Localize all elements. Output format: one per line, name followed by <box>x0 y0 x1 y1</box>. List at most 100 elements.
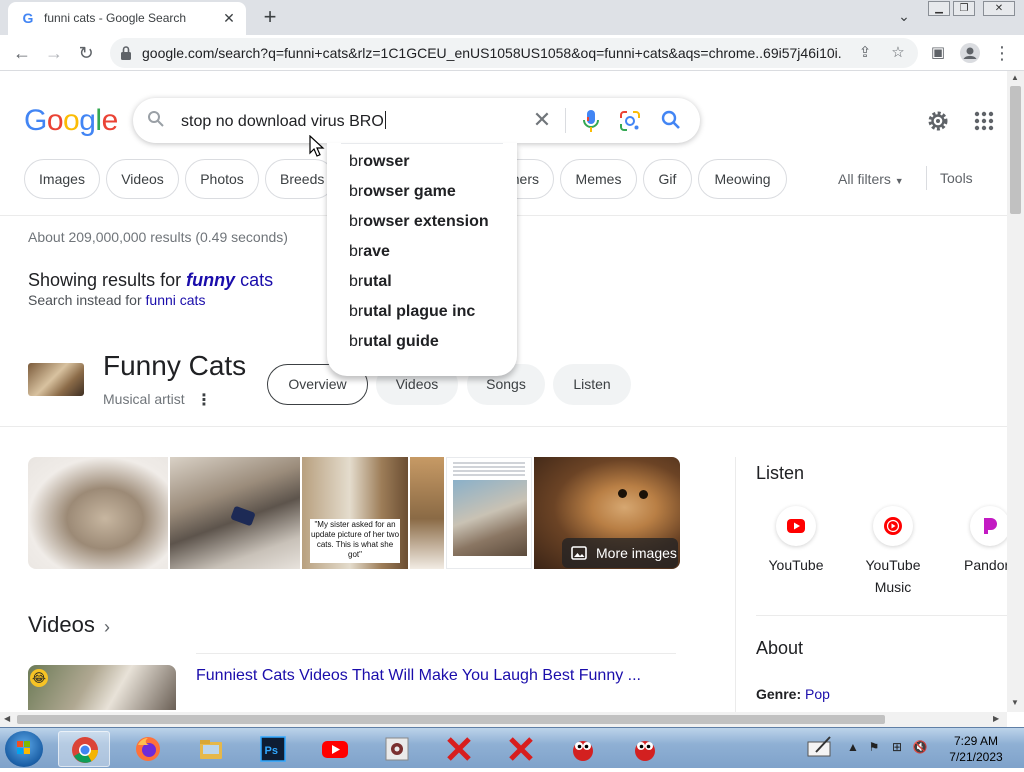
search-icon <box>148 111 164 127</box>
horizontal-scroll-thumb[interactable] <box>17 715 885 724</box>
image-caption: "My sister asked for an update picture o… <box>310 519 400 563</box>
cat-image-1[interactable] <box>28 457 168 569</box>
cat-image-4[interactable] <box>410 457 444 569</box>
profile-avatar-icon[interactable] <box>958 41 982 65</box>
suggestion-item[interactable]: browser <box>349 153 409 171</box>
app-icon <box>385 737 409 761</box>
photoshop-icon: Ps <box>260 736 286 762</box>
autocomplete-dropdown: browser browser game browser extension b… <box>327 143 517 376</box>
close-window-button[interactable]: ✕ <box>983 1 1015 16</box>
corrected-query-link[interactable]: funny cats <box>186 270 273 290</box>
show-hidden-icons-arrow[interactable]: ▲ <box>845 740 861 756</box>
suggestion-item[interactable]: brutal plague inc <box>349 303 475 321</box>
scroll-up-arrow-icon[interactable]: ▲ <box>1011 73 1019 82</box>
cat-image-2[interactable] <box>170 457 300 569</box>
search-submit-icon[interactable] <box>660 109 682 131</box>
system-clock[interactable]: 7:29 AM 7/21/2023 <box>936 733 1016 765</box>
suggestion-item[interactable]: browser game <box>349 183 456 201</box>
rhs-section-divider <box>756 615 1007 616</box>
suggestion-item[interactable]: brutal <box>349 273 392 291</box>
network-icon[interactable]: ⊞ <box>889 740 905 756</box>
filter-chip-memes[interactable]: Memes <box>560 159 637 199</box>
settings-gear-icon[interactable] <box>926 109 950 133</box>
windows-taskbar: Ps ▲ ⚑ ⊞ 🔇 7:29 AM 7/21/2023 <box>0 727 1024 768</box>
filter-chip-photos[interactable]: Photos <box>185 159 259 199</box>
video-thumbnail[interactable]: 😂 <box>28 665 176 710</box>
scroll-left-arrow-icon[interactable]: ◀ <box>4 714 10 723</box>
artist-thumbnail[interactable] <box>28 363 84 396</box>
suggestion-item[interactable]: browser extension <box>349 213 489 231</box>
taskbar-chrome[interactable] <box>58 731 110 767</box>
horizontal-scrollbar[interactable]: ◀ ▶ <box>0 712 1007 727</box>
browser-tab[interactable]: G funni cats - Google Search ✕ <box>8 2 246 35</box>
tab-close-icon[interactable]: ✕ <box>220 9 238 27</box>
genre-row: Genre: Pop <box>756 686 830 702</box>
service-youtube-music[interactable]: YouTube Music <box>853 506 933 598</box>
forward-button[interactable]: → <box>42 41 66 65</box>
suggestion-item[interactable]: brave <box>349 243 390 261</box>
back-button[interactable]: ← <box>10 41 34 65</box>
taskbar-photoshop[interactable]: Ps <box>247 731 299 767</box>
filter-chip-videos[interactable]: Videos <box>106 159 179 199</box>
tools-divider <box>926 166 927 190</box>
tab-search-chevron-icon[interactable]: ⌄ <box>894 8 914 28</box>
scroll-right-arrow-icon[interactable]: ▶ <box>993 714 999 723</box>
google-lens-icon[interactable] <box>619 110 641 132</box>
cat-image-3[interactable]: "My sister asked for an update picture o… <box>302 457 408 569</box>
filter-chip-meowing[interactable]: Meowing <box>698 159 787 199</box>
filter-chip-images[interactable]: Images <box>24 159 100 199</box>
tab-listen[interactable]: Listen <box>553 364 631 405</box>
minimize-button[interactable]: ▁ <box>928 1 950 16</box>
taskbar-app[interactable] <box>371 731 423 767</box>
all-filters-button[interactable]: All filters ▼ <box>838 171 904 187</box>
google-apps-grid-icon[interactable] <box>974 111 994 131</box>
result-stats: About 209,000,000 results (0.49 seconds) <box>28 229 288 245</box>
more-images-button[interactable]: More images <box>562 538 678 568</box>
folder-icon <box>200 740 222 759</box>
filter-chip-gif[interactable]: Gif <box>643 159 692 199</box>
browser-menu-icon[interactable]: ⋮ <box>990 41 1014 65</box>
cat-image-5[interactable] <box>446 457 532 569</box>
taskbar-x-app-1[interactable] <box>433 731 485 767</box>
share-icon[interactable]: ⇪ <box>855 43 875 63</box>
service-youtube[interactable]: YouTube <box>756 506 836 576</box>
google-logo[interactable]: Google <box>24 104 118 138</box>
taskbar-x-app-2[interactable] <box>495 731 547 767</box>
videos-section-title[interactable]: Videos <box>28 612 95 638</box>
filter-chip-breeds[interactable]: Breeds <box>265 159 335 199</box>
reload-button[interactable]: ↻ <box>74 41 98 65</box>
vertical-scrollbar[interactable]: ▲ ▼ <box>1007 71 1024 712</box>
start-button[interactable] <box>5 731 43 767</box>
search-input[interactable]: stop no download virus BRO <box>181 111 386 131</box>
video-result-link[interactable]: Funniest Cats Videos That Will Make You … <box>196 667 641 685</box>
suggestion-item[interactable]: brutal guide <box>349 333 439 351</box>
taskbar-file-explorer[interactable] <box>185 731 237 767</box>
action-center-flag-icon[interactable]: ⚑ <box>866 740 882 756</box>
search-box[interactable]: stop no download virus BRO ✕ <box>133 98 700 143</box>
bookmark-star-icon[interactable]: ☆ <box>888 43 908 63</box>
taskbar-firefox[interactable] <box>122 731 174 767</box>
restore-button[interactable]: ❐ <box>953 1 975 16</box>
genre-value-link[interactable]: Pop <box>805 686 830 702</box>
side-panel-icon[interactable]: ▣ <box>926 41 950 65</box>
taskbar-youtube[interactable] <box>309 731 361 767</box>
original-query-link[interactable]: funni cats <box>146 292 206 308</box>
pen-tablet-icon[interactable] <box>806 734 834 760</box>
red-x-icon <box>447 737 471 761</box>
taskbar-bug-app-1[interactable] <box>557 731 609 767</box>
clear-search-icon[interactable]: ✕ <box>531 108 553 132</box>
vertical-scroll-thumb[interactable] <box>1010 86 1021 214</box>
more-options-icon[interactable]: ⋮ <box>196 390 212 410</box>
scroll-down-arrow-icon[interactable]: ▼ <box>1011 698 1019 707</box>
youtube-app-icon <box>322 741 348 758</box>
chevron-right-icon[interactable]: › <box>104 617 110 638</box>
panel-divider <box>0 426 1007 427</box>
service-label: YouTube <box>768 557 824 573</box>
genre-label: Genre: <box>756 686 802 702</box>
volume-muted-icon[interactable]: 🔇 <box>912 740 928 756</box>
address-bar[interactable]: google.com/search?q=funni+cats&rlz=1C1GC… <box>110 38 918 68</box>
voice-search-mic-icon[interactable] <box>581 109 601 133</box>
tools-button[interactable]: Tools <box>940 170 973 186</box>
new-tab-button[interactable]: + <box>258 6 282 30</box>
taskbar-bug-app-2[interactable] <box>619 731 671 767</box>
